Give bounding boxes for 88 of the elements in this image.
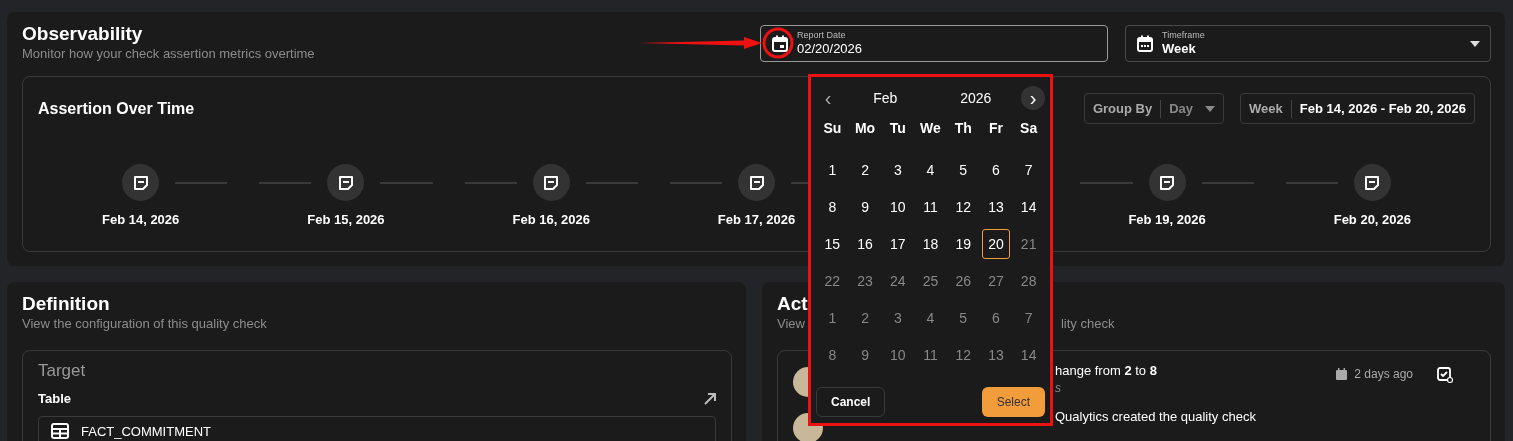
report-date-field[interactable]: Report Date 02/20/2026 <box>760 25 1108 62</box>
calendar-day[interactable]: 12 <box>948 192 978 222</box>
next-month-button[interactable]: › <box>1021 86 1045 110</box>
activity-text: Qualytics created the quality check <box>1055 408 1257 426</box>
section-subtitle: lity check <box>1060 316 1115 332</box>
previous-month-button[interactable]: ‹ <box>816 86 840 110</box>
page-title: Observability <box>22 22 144 46</box>
field-label: Timeframe <box>1162 30 1206 41</box>
weekday-label: Tu <box>888 119 907 138</box>
note-icon[interactable] <box>122 164 160 201</box>
calendar-day[interactable]: 9 <box>850 192 880 222</box>
weekday-label: Th <box>953 119 973 138</box>
note-icon[interactable] <box>532 164 570 201</box>
calendar-day[interactable]: 11 <box>916 192 945 222</box>
timeline-date: Feb 15, 2026 <box>307 212 385 228</box>
calendar-day[interactable]: 18 <box>916 229 945 259</box>
timeframe-dropdown[interactable]: Timeframe Week <box>1125 25 1491 62</box>
caret-icon <box>1205 105 1216 112</box>
calendar-day[interactable]: 8 <box>818 192 847 222</box>
timeline-date: Feb 19, 2026 <box>1128 212 1206 228</box>
field-label: Report Date <box>797 30 847 41</box>
page-subtitle: Monitor how your check assertion metrics overtime <box>22 46 315 62</box>
section-title: Definition <box>22 292 111 316</box>
cancel-button[interactable]: Cancel <box>816 387 886 417</box>
table-icon <box>51 423 69 439</box>
section-title: Act <box>777 292 809 316</box>
note-glyph-icon <box>543 174 560 191</box>
calendar-icon <box>771 35 789 52</box>
calendar-day[interactable]: 14 <box>1014 192 1043 222</box>
activity-detail: s <box>1055 381 1062 395</box>
calendar-day[interactable]: 16 <box>850 229 880 259</box>
panel-title: Assertion Over Time <box>38 99 195 118</box>
note-icon[interactable] <box>1148 164 1186 201</box>
calendar-icon <box>1335 367 1349 381</box>
annotation-circle <box>762 27 794 59</box>
calendar-day[interactable]: 17 <box>883 229 913 259</box>
calendar-day[interactable]: 10 <box>883 192 913 222</box>
weekday-label: We <box>919 119 942 138</box>
caret-icon <box>1470 40 1480 47</box>
control-value: Feb 14, 2026 - Feb 20, 2026 <box>1298 101 1467 116</box>
note-icon[interactable] <box>1353 164 1391 201</box>
calendar-day[interactable]: 2 <box>850 155 880 185</box>
field-value: 02/20/2026 <box>797 41 864 57</box>
calendar-icon <box>1136 35 1154 52</box>
calendar-day[interactable]: 7 <box>1014 155 1043 185</box>
calendar-day[interactable]: 19 <box>948 229 978 259</box>
table-field[interactable]: FACT_COMMITMENT <box>38 416 716 441</box>
weekday-label: Mo <box>853 119 877 138</box>
calendar-day[interactable]: 20 <box>981 229 1011 259</box>
timeline-date: Feb 20, 2026 <box>1333 212 1411 228</box>
note-icon[interactable] <box>327 164 365 201</box>
calendar-day[interactable]: 3 <box>883 155 913 185</box>
note-glyph-icon <box>1159 174 1176 191</box>
control-value: Day <box>1169 101 1194 116</box>
checklist-icon <box>1437 367 1453 383</box>
note-glyph-icon <box>132 174 149 191</box>
calendar-day[interactable]: 15 <box>818 229 847 259</box>
activity-time: 2 days ago <box>1354 367 1413 381</box>
timeline-date: Feb 16, 2026 <box>512 212 590 228</box>
calendar-day[interactable]: 5 <box>948 155 978 185</box>
section-subtitle: View <box>777 316 805 332</box>
year-label[interactable]: 2026 <box>930 90 1021 106</box>
table-label: Table <box>38 391 71 406</box>
note-glyph-icon <box>337 174 354 191</box>
calendar-day[interactable]: 4 <box>916 155 945 185</box>
target-title: Target <box>38 361 87 381</box>
note-glyph-icon <box>1364 174 1381 191</box>
arrow-up-right-icon <box>704 392 716 405</box>
timeline-date: Feb 17, 2026 <box>717 212 796 228</box>
week-range-picker[interactable]: Week Feb 14, 2026 - Feb 20, 2026 <box>1240 93 1475 124</box>
field-value: Week <box>1162 41 1197 57</box>
note-glyph-icon <box>748 174 765 191</box>
section-subtitle: View the configuration of this quality check <box>22 316 268 332</box>
calendar-day[interactable]: 1 <box>818 155 847 185</box>
group-by-dropdown[interactable]: Group By Day <box>1083 93 1225 124</box>
control-label: Group By <box>1084 99 1162 118</box>
table-name: FACT_COMMITMENT <box>81 423 211 439</box>
weekday-label: Su <box>822 119 843 138</box>
note-icon[interactable] <box>738 164 775 201</box>
month-label[interactable]: Feb <box>840 90 931 106</box>
activity-text: hange from 2 to 8 <box>1055 362 1158 380</box>
control-label: Week <box>1241 99 1292 118</box>
calendar-day[interactable]: 13 <box>981 192 1011 222</box>
timeline-date: Feb 14, 2026 <box>101 212 180 228</box>
weekday-label: Sa <box>1019 119 1039 138</box>
calendar-day[interactable]: 6 <box>981 155 1011 185</box>
select-button[interactable]: Select <box>981 387 1045 417</box>
weekday-label: Fr <box>987 119 1004 138</box>
